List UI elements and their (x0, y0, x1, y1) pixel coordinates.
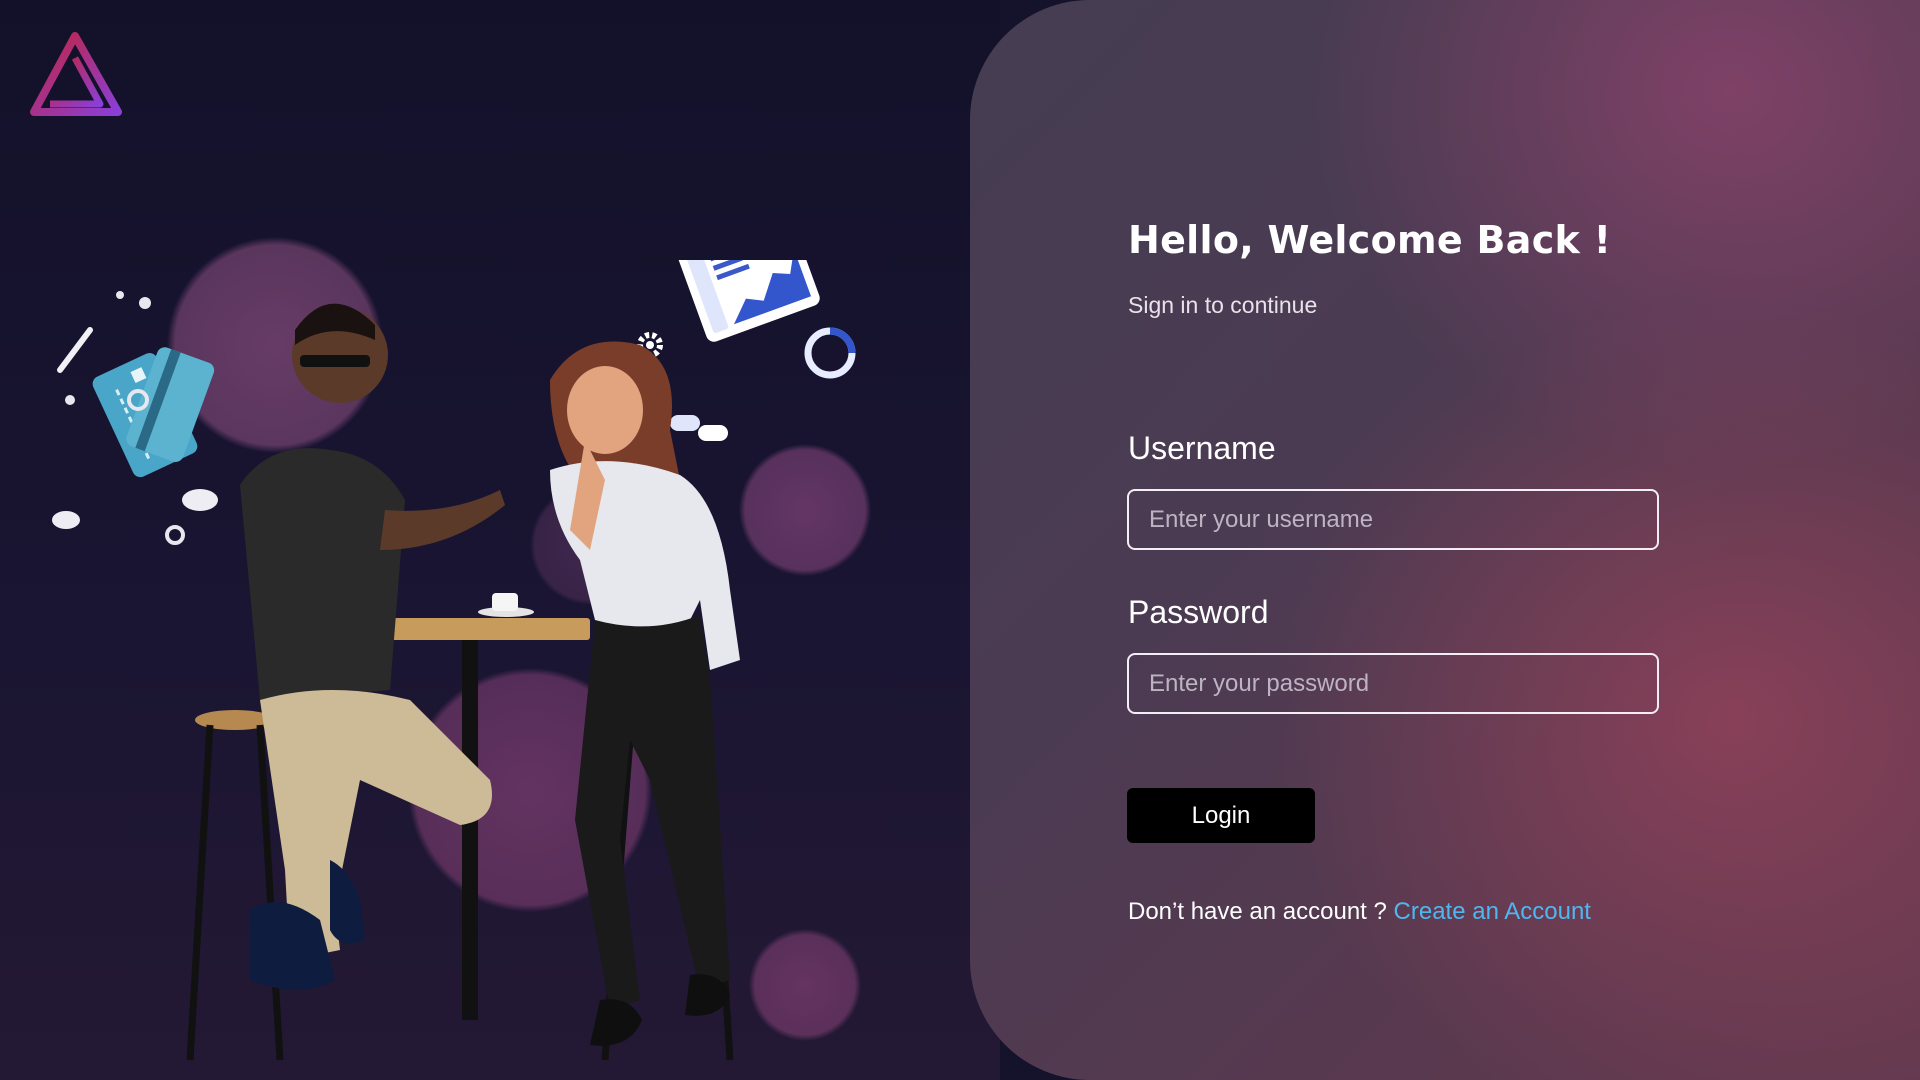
create-account-link[interactable]: Create an Account (1394, 898, 1591, 925)
username-label: Username (1128, 430, 1276, 466)
signup-prompt: Don’t have an account ? Create an Accoun… (1128, 898, 1591, 926)
welcome-title: Hello, Welcome Back ! (1128, 218, 1612, 262)
password-label: Password (1128, 594, 1269, 630)
people-meeting-illustration (52, 260, 856, 1061)
dashboard-chart-icon (677, 260, 820, 342)
triangle-logo-icon[interactable] (28, 32, 122, 118)
password-input[interactable] (1127, 653, 1659, 714)
login-page: Hello, Welcome Back ! Sign in to continu… (0, 0, 1920, 1080)
signup-prompt-text: Don’t have an account ? (1128, 898, 1387, 925)
username-input[interactable] (1127, 489, 1659, 550)
sign-in-subtitle: Sign in to continue (1128, 292, 1318, 318)
login-button[interactable]: Login (1127, 788, 1315, 843)
